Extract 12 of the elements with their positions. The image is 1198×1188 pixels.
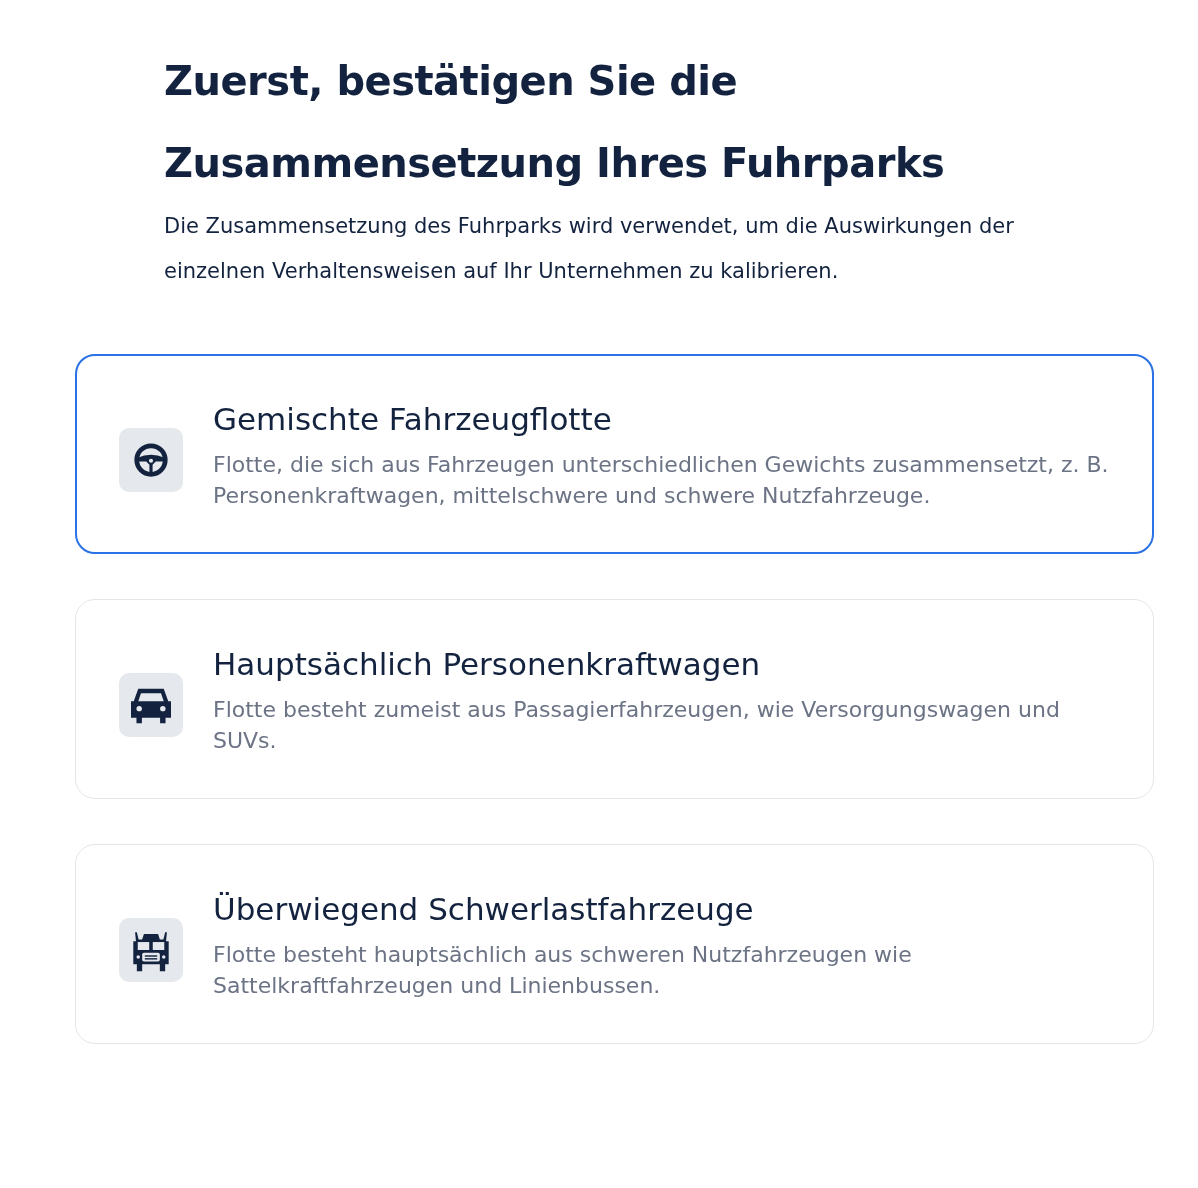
fleet-option-card[interactable]: Hauptsächlich Personenkraftwagen Flotte besteht zumeist aus Passagierfahrzeugen, wie Versorgungswagen und SUVs. [75, 599, 1154, 799]
option-description: Flotte besteht zumeist aus Passagierfahrzeugen, wie Versorgungswagen und SUVs. [213, 696, 1061, 755]
steering-wheel-icon [132, 441, 170, 479]
option-title: Gemischte Fahrzeugflotte [213, 400, 613, 439]
option-title: Überwiegend Schwerlastfahrzeuge [213, 890, 755, 929]
option-description: Flotte, die sich aus Fahrzeugen unterschiedlichen Gewichts zusammensetzt, z. B. Personenkraftwagen, mittelschwere und schwere Nutzfahrzeuge. [213, 451, 1110, 510]
option-description: Flotte besteht hauptsächlich aus schweren Nutzfahrzeugen wie Sattelkraftfahrzeugen und Linienbussen. [213, 941, 913, 1000]
fleet-option-card[interactable]: Gemischte Fahrzeugflotte Flotte, die sich aus Fahrzeugen unterschiedlichen Gewichts zusammensetzt, z. B. Personenkraftwagen, mittelschwere und schwere Nutzfahrzeuge. [75, 354, 1154, 554]
page-heading: Zuerst, bestätigen Sie die Zusammensetzung Ihres Fuhrparks [164, 57, 946, 188]
fleet-option-card[interactable]: Überwiegend Schwerlastfahrzeuge Flotte besteht hauptsächlich aus schweren Nutzfahrzeugen wie Sattelkraftfahrzeugen und Linienbussen. [75, 844, 1154, 1044]
option-title: Hauptsächlich Personenkraftwagen [213, 645, 762, 684]
page-description: Die Zusammensetzung des Fuhrparks wird verwendet, um die Auswirkungen der einzelnen Verhaltensweisen auf Ihr Unternehmen zu kalibrieren. [164, 213, 1015, 285]
